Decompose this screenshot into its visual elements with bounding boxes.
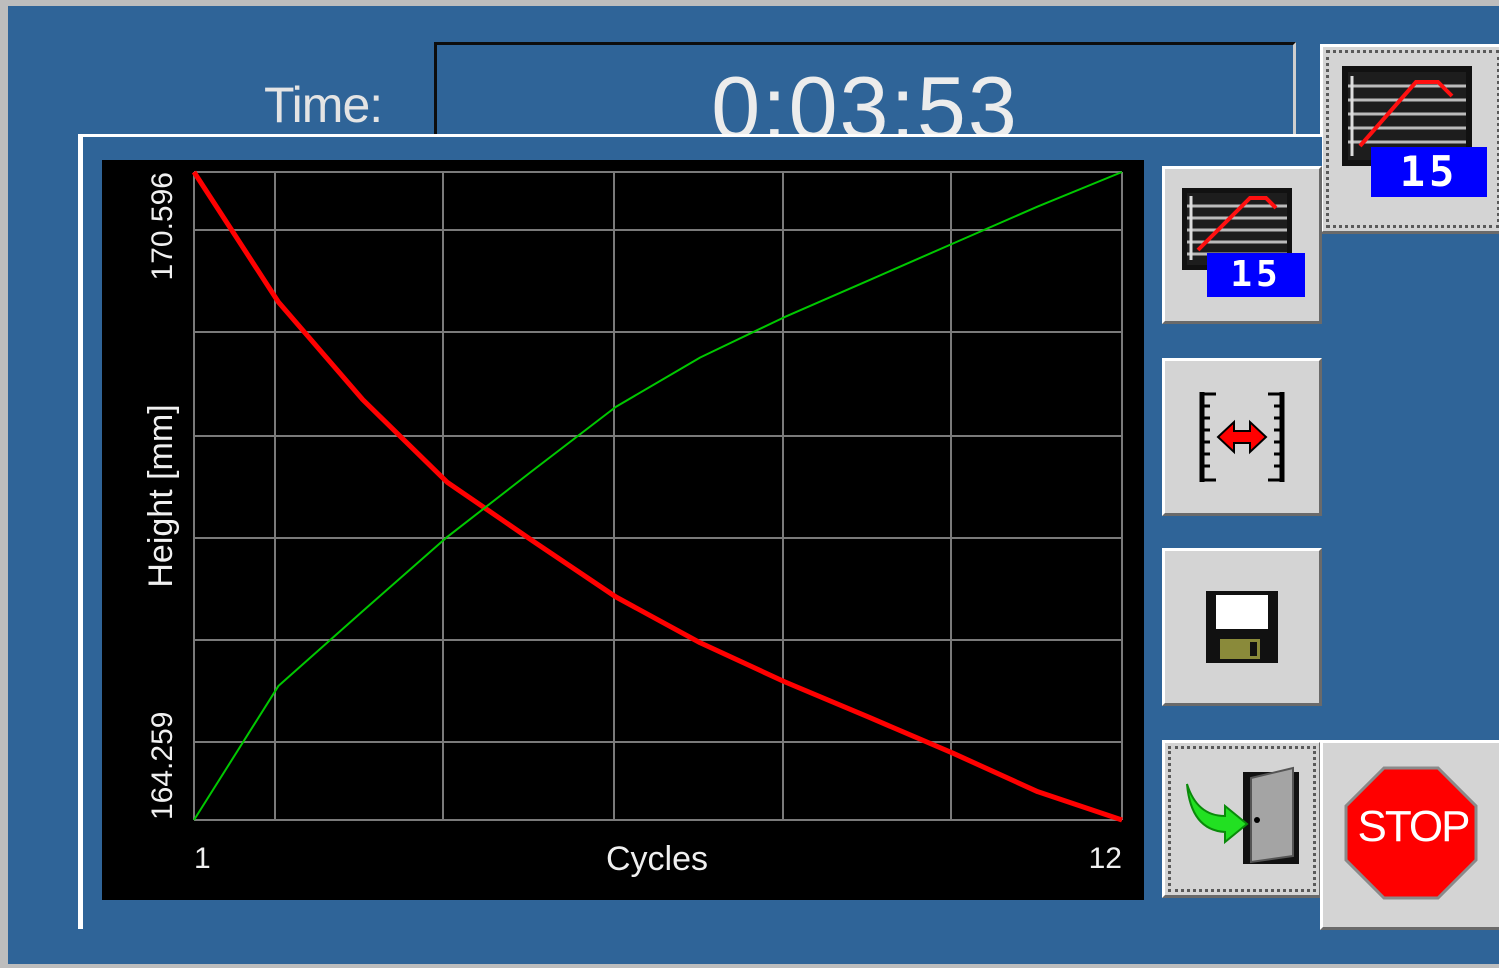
trend-chart-icon: [1342, 66, 1472, 166]
x-tick-label: 1: [194, 842, 211, 875]
x-tick-label: 12: [1089, 842, 1122, 875]
y-axis-label: Height [mm]: [142, 404, 180, 587]
floppy-disk-icon: [1206, 591, 1278, 663]
exit-button[interactable]: [1162, 740, 1322, 898]
trend-small-icon: [1182, 188, 1292, 270]
y-tick-label: 164.259: [146, 712, 179, 820]
stop-label: STOP: [1357, 802, 1470, 851]
time-display: 0:03:53: [434, 42, 1296, 146]
exit-door-icon: [1186, 766, 1299, 864]
x-axis-label: Cycles: [606, 840, 708, 878]
trend-small-button[interactable]: 15: [1162, 166, 1322, 324]
chart-svg: 1 12 Cycles 170.596 164.259 Height [mm]: [142, 170, 1123, 878]
y-tick-label: 170.596: [146, 172, 179, 280]
series-line-red: [191, 170, 1123, 823]
time-label: Time:: [264, 77, 383, 133]
scale-range-button[interactable]: [1162, 358, 1322, 516]
trend-badge: 15: [1371, 147, 1487, 197]
save-button[interactable]: [1162, 548, 1322, 706]
stop-button[interactable]: STOP: [1320, 740, 1499, 930]
trend-small-badge: 15: [1207, 253, 1305, 297]
time-value: 0:03:53: [711, 58, 1019, 146]
series-line-green: [193, 171, 1123, 821]
trend-view-button[interactable]: 15: [1320, 44, 1499, 234]
trend-chart: 1 12 Cycles 170.596 164.259 Height [mm]: [102, 160, 1144, 900]
scale-range-icon: [1199, 392, 1285, 482]
